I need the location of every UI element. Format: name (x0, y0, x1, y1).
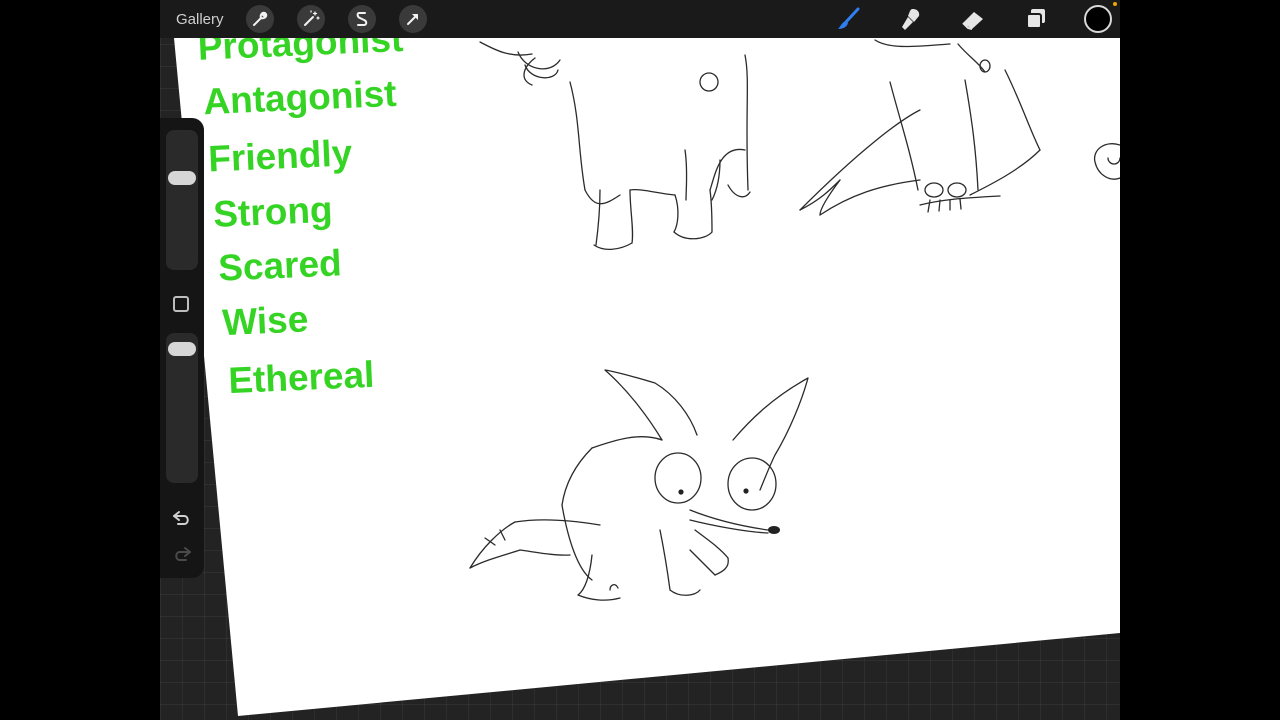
word-friendly: Friendly (207, 132, 353, 179)
brush-icon[interactable] (834, 4, 864, 34)
left-sidebar (160, 118, 204, 578)
word-antagonist: Antagonist (203, 73, 398, 122)
procreate-app: Protagonist Antagonist Friendly Strong S… (160, 0, 1120, 720)
gallery-button[interactable]: Gallery (176, 8, 224, 30)
redo-icon[interactable] (171, 544, 193, 564)
selection-icon[interactable] (348, 5, 376, 33)
notification-dot (1113, 2, 1117, 6)
top-toolbar: Gallery (160, 0, 1120, 38)
word-ethereal: Ethereal (228, 354, 376, 401)
word-scared: Scared (217, 242, 342, 288)
transform-arrow-icon[interactable] (399, 5, 427, 33)
drawing-canvas[interactable]: Protagonist Antagonist Friendly Strong S… (160, 0, 1120, 720)
layers-icon[interactable] (1021, 4, 1051, 34)
eraser-icon[interactable] (958, 4, 988, 34)
magic-wand-icon[interactable] (297, 5, 325, 33)
undo-icon[interactable] (171, 508, 193, 528)
opacity-slider-knob[interactable] (168, 342, 196, 356)
color-swatch-button[interactable] (1084, 5, 1112, 33)
modify-square-icon[interactable] (173, 296, 189, 312)
wrench-icon[interactable] (246, 5, 274, 33)
brush-size-slider[interactable] (166, 130, 198, 270)
word-wise: Wise (221, 298, 309, 343)
smudge-icon[interactable] (896, 4, 926, 34)
word-strong: Strong (212, 189, 333, 235)
brush-size-slider-knob[interactable] (168, 171, 196, 185)
